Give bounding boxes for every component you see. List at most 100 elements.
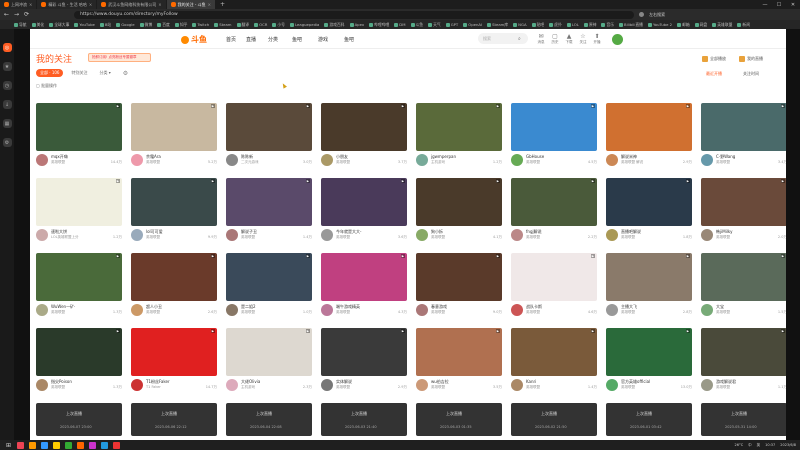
- stream-card[interactable]: ▶ 大宝 英雄联盟 1.5万: [701, 253, 786, 328]
- stream-thumbnail[interactable]: ▶: [416, 328, 502, 376]
- stream-card[interactable]: ▶ T1粉丝Faker T1 Faker 14.7万: [131, 328, 217, 403]
- user-avatar[interactable]: [612, 34, 623, 45]
- reload-icon[interactable]: ⟳: [24, 11, 29, 18]
- extension-icon[interactable]: [639, 12, 645, 17]
- streamer-avatar[interactable]: [131, 379, 143, 391]
- streamer-avatar[interactable]: [321, 154, 333, 166]
- streamer-avatar[interactable]: [226, 154, 238, 166]
- stream-card[interactable]: ▶ 端午游戏精英 英雄联盟 4.3万: [321, 253, 407, 328]
- bookmark-item[interactable]: 微博: [139, 22, 152, 28]
- header-icon-3[interactable]: ☆ 关注: [577, 33, 589, 45]
- settings-icon[interactable]: ⚙: [2, 138, 12, 147]
- taskbar-app-icon[interactable]: [29, 441, 37, 449]
- bookmark-item[interactable]: 百度: [157, 22, 170, 28]
- bookmark-item[interactable]: 知乎: [174, 22, 187, 28]
- taskbar-app-icon[interactable]: [77, 441, 85, 449]
- streamer-avatar[interactable]: [226, 304, 238, 316]
- bookmark-item[interactable]: YouTube: [74, 22, 95, 27]
- bookmark-item[interactable]: 美化: [31, 22, 44, 28]
- streamer-avatar[interactable]: [36, 379, 48, 391]
- bookmark-item[interactable]: 虎扑: [549, 22, 562, 28]
- bookmark-item[interactable]: Bilibili直播: [619, 22, 643, 28]
- start-icon[interactable]: ⊞: [6, 442, 11, 449]
- taskbar-app-icon[interactable]: [101, 441, 109, 449]
- bookmark-item[interactable]: 翻译: [236, 22, 249, 28]
- header-icon-0[interactable]: ✉ 消息: [535, 33, 547, 45]
- stream-card[interactable]: ▶ lol可可爱 英雄联盟 9.9万: [131, 178, 217, 253]
- bookmark-item[interactable]: Steam: [214, 22, 232, 27]
- bookmark-item[interactable]: LOL: [566, 22, 579, 27]
- streamer-avatar[interactable]: [226, 379, 238, 391]
- stream-card[interactable]: ▶ 春意游戏 英雄联盟 9.0万: [416, 253, 502, 328]
- stream-card[interactable]: ▶ 余霜Ara 英雄联盟 5.2万: [131, 103, 217, 178]
- nav-yuba[interactable]: 鱼吧: [292, 36, 302, 43]
- bookmark-item[interactable]: Apex: [349, 22, 364, 27]
- stream-card[interactable]: ▶ 是二姐2 英雄联盟 1.0万: [226, 253, 312, 328]
- play-all-button[interactable]: 全部播放: [702, 56, 726, 62]
- stream-thumbnail[interactable]: ▶: [511, 328, 597, 376]
- streamer-avatar[interactable]: [416, 154, 428, 166]
- stream-card[interactable]: ▶ 主播大飞 英雄联盟 2.8万: [606, 253, 692, 328]
- stream-card[interactable]: ▶ 游戏解说君 英雄联盟 1.1万: [701, 328, 786, 403]
- nav-live[interactable]: 直播: [246, 36, 256, 43]
- streamer-avatar[interactable]: [701, 154, 713, 166]
- stream-thumbnail[interactable]: ▶: [36, 328, 122, 376]
- offline-card[interactable]: 上次直播 2023-06-04 22:08: [226, 403, 312, 436]
- apps-icon[interactable]: ▦: [2, 119, 12, 128]
- bookmark-item[interactable]: Google: [116, 22, 135, 27]
- tray-item[interactable]: 2023/6/8: [780, 443, 796, 447]
- nav-home[interactable]: 首页: [226, 36, 236, 43]
- bookmark-item[interactable]: 邮箱: [677, 22, 690, 28]
- bookmark-item[interactable]: B站: [99, 22, 111, 28]
- bookmark-item[interactable]: 英雄联盟: [712, 22, 732, 28]
- stream-card[interactable]: ▶ 速啦大饼 LOL英雄联盟上分 1.2万: [36, 178, 122, 253]
- streamer-avatar[interactable]: [701, 304, 713, 316]
- taskbar-app-icon[interactable]: [17, 441, 25, 449]
- sort-follow-time[interactable]: 关注时间: [743, 71, 759, 77]
- stream-card[interactable]: ▶ 解说米神 英雄联盟 解说 2.9万: [606, 103, 692, 178]
- tray-item[interactable]: 中: [748, 443, 752, 448]
- stream-thumbnail[interactable]: ▶: [701, 328, 786, 376]
- offline-card[interactable]: 上次直播 2023-06-07 23:00: [36, 403, 122, 436]
- stream-thumbnail[interactable]: ▶: [36, 253, 122, 301]
- taskbar-app-icon[interactable]: [65, 441, 73, 449]
- tray-item[interactable]: 英: [757, 443, 761, 448]
- stream-thumbnail[interactable]: ▶: [606, 253, 692, 301]
- bookmark-item[interactable]: NGA: [513, 22, 527, 27]
- stream-card[interactable]: ▶ 大佬Olivia 主机游戏 2.3万: [226, 328, 312, 403]
- stream-card[interactable]: ▶ C·野Wang 英雄联盟 3.4万: [701, 103, 786, 178]
- stream-thumbnail[interactable]: ▶: [511, 103, 597, 151]
- browser-tab[interactable]: 上网冲浪 ×: [0, 0, 37, 9]
- douyu-logo[interactable]: 斗鱼: [181, 34, 207, 45]
- history-icon[interactable]: ◷: [2, 81, 12, 90]
- bookmark-item[interactable]: Leaguepedia: [289, 22, 319, 27]
- streamer-avatar[interactable]: [36, 304, 48, 316]
- stream-card[interactable]: ▶ 超人小丑 英雄联盟 2.6万: [131, 253, 217, 328]
- bookmark-item[interactable]: Steam库: [487, 22, 508, 28]
- taskbar-app-icon[interactable]: [41, 441, 49, 449]
- maximize-button[interactable]: ☐: [772, 0, 786, 9]
- bookmark-item[interactable]: 网盘: [694, 22, 707, 28]
- bookmark-item[interactable]: OCR: [254, 22, 267, 27]
- bookmark-item[interactable]: 游戏百科: [324, 22, 345, 28]
- stream-card[interactable]: ▶ 小朋友 英雄联盟 3.7万: [321, 103, 407, 178]
- streamer-avatar[interactable]: [511, 229, 523, 241]
- stream-thumbnail[interactable]: ▶: [416, 253, 502, 301]
- streamer-avatar[interactable]: [321, 379, 333, 391]
- promo-banner[interactable]: 抢鲜订阅! 点亮粉丝专属徽章: [88, 53, 151, 62]
- star-icon[interactable]: ★: [2, 62, 12, 71]
- stream-thumbnail[interactable]: ▶: [226, 328, 312, 376]
- minimize-button[interactable]: —: [758, 0, 772, 9]
- header-icon-1[interactable]: ▢ 历史: [549, 33, 561, 45]
- bookmark-item[interactable]: 音乐: [601, 22, 614, 28]
- stream-thumbnail[interactable]: ▶: [131, 103, 217, 151]
- filter-all[interactable]: 全部 · 106: [36, 69, 64, 77]
- streamer-avatar[interactable]: [416, 229, 428, 241]
- stream-thumbnail[interactable]: ▶: [321, 178, 407, 226]
- taskbar-app-icon[interactable]: [53, 441, 61, 449]
- stream-thumbnail[interactable]: ▶: [131, 328, 217, 376]
- streamer-avatar[interactable]: [321, 229, 333, 241]
- stream-card[interactable]: ▶ 官方英雄official 英雄联盟 13.0万: [606, 328, 692, 403]
- stream-card[interactable]: ▶ 今年就是大大- 英雄联盟 3.6万: [321, 178, 407, 253]
- streamer-avatar[interactable]: [511, 304, 523, 316]
